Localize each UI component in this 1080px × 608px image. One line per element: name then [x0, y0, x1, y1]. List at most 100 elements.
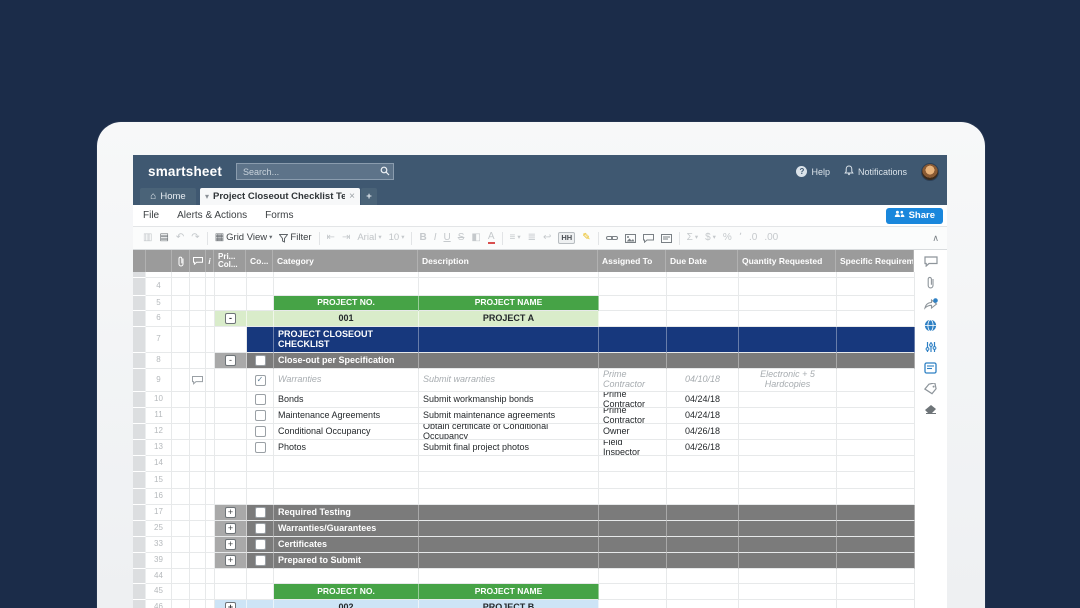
cell-check[interactable] — [247, 296, 274, 311]
grid-view-button[interactable]: ▦Grid View▾ — [215, 233, 273, 243]
cell-category[interactable]: Prepared to Submit — [274, 553, 419, 569]
cell-due[interactable] — [667, 600, 739, 608]
cell-rownum[interactable]: 11 — [146, 408, 172, 424]
cell-assigned[interactable] — [599, 353, 667, 369]
cell-rownum[interactable]: 5 — [146, 296, 172, 311]
cell-description[interactable] — [419, 521, 599, 537]
column-header-pricol[interactable]: Pri... Col... — [214, 250, 246, 272]
undo-icon[interactable]: ↶ — [176, 233, 184, 243]
speech-bubble-icon[interactable] — [924, 256, 938, 267]
cell-info[interactable] — [206, 296, 215, 311]
user-avatar[interactable] — [921, 163, 939, 181]
cell-category[interactable]: PROJECT NO. — [274, 296, 419, 311]
cell-due[interactable]: 04/26/18 — [667, 424, 739, 440]
cell-assigned[interactable] — [599, 553, 667, 569]
info-icon[interactable]: i — [206, 250, 214, 272]
cell-check[interactable] — [247, 456, 274, 472]
underline-button[interactable]: U — [443, 233, 450, 243]
cell-category[interactable] — [274, 489, 419, 505]
cell-info[interactable] — [206, 521, 215, 537]
cell-assigned[interactable] — [599, 569, 667, 584]
row-checkbox[interactable] — [255, 507, 266, 518]
cell-quantity[interactable] — [739, 408, 837, 424]
cell-check[interactable] — [247, 392, 274, 408]
cell-attach[interactable] — [172, 278, 190, 296]
cell-info[interactable] — [206, 600, 215, 608]
cell-rownum[interactable]: 4 — [146, 278, 172, 296]
cell-attach[interactable] — [172, 327, 190, 353]
column-header-due[interactable]: Due Date — [666, 250, 738, 272]
cell-due[interactable]: 04/10/18 — [667, 369, 739, 392]
row-checkbox[interactable] — [255, 410, 266, 421]
cell-comment[interactable] — [190, 600, 206, 608]
cell-pricol[interactable] — [215, 296, 247, 311]
cell-rownum[interactable]: 7 — [146, 327, 172, 353]
cell-specific[interactable] — [837, 505, 915, 521]
cell-category[interactable]: Maintenance Agreements — [274, 408, 419, 424]
cell-pricol[interactable] — [215, 327, 247, 353]
cell-pricol[interactable]: - — [215, 353, 247, 369]
eraser-icon[interactable] — [924, 404, 938, 414]
cell-pricol[interactable] — [215, 369, 247, 392]
cell-info[interactable] — [206, 584, 215, 600]
cell-pricol[interactable]: - — [215, 311, 247, 327]
cell-quantity[interactable] — [739, 392, 837, 408]
cell-specific[interactable] — [837, 369, 915, 392]
cell-description[interactable]: Submit final project photos — [419, 440, 599, 456]
row-checkbox[interactable] — [255, 355, 266, 366]
cell-due[interactable] — [667, 296, 739, 311]
cell-quantity[interactable]: Electronic + 5 Hardcopies — [739, 369, 837, 392]
cell-description[interactable] — [419, 569, 599, 584]
menu-forms[interactable]: Forms — [265, 210, 293, 221]
cell-pricol[interactable] — [215, 440, 247, 456]
fill-color-icon[interactable]: ◧ — [471, 233, 480, 243]
cell-assigned[interactable] — [599, 456, 667, 472]
cell-comment[interactable] — [190, 553, 206, 569]
cell-info[interactable] — [206, 569, 215, 584]
notifications-button[interactable]: Notifications — [844, 165, 907, 178]
cell-comment[interactable] — [190, 521, 206, 537]
cell-category[interactable]: Warranties — [274, 369, 419, 392]
cell-attach[interactable] — [172, 440, 190, 456]
cell-rownum[interactable]: 8 — [146, 353, 172, 369]
cell-description[interactable]: Submit warranties — [419, 369, 599, 392]
globe-icon[interactable] — [924, 319, 937, 332]
cell-comment[interactable] — [190, 584, 206, 600]
cell-specific[interactable] — [837, 553, 915, 569]
cell-due[interactable] — [667, 505, 739, 521]
cell-assigned[interactable]: Prime Contractor — [599, 369, 667, 392]
cell-quantity[interactable] — [739, 569, 837, 584]
cell-specific[interactable] — [837, 296, 915, 311]
cell-specific[interactable] — [837, 456, 915, 472]
toolbar-collapse-icon[interactable]: ∧ — [932, 233, 939, 244]
cell-info[interactable] — [206, 424, 215, 440]
cell-info[interactable] — [206, 456, 215, 472]
cell-description[interactable]: PROJECT NAME — [419, 584, 599, 600]
comment-add-icon[interactable] — [643, 234, 654, 243]
cell-rownum[interactable]: 13 — [146, 440, 172, 456]
cell-pricol[interactable]: + — [215, 521, 247, 537]
cell-description[interactable] — [419, 537, 599, 553]
cell-attach[interactable] — [172, 521, 190, 537]
cell-pricol[interactable]: + — [215, 553, 247, 569]
cell-attach[interactable] — [172, 537, 190, 553]
cell-rownum[interactable]: 10 — [146, 392, 172, 408]
cell-category[interactable] — [274, 472, 419, 489]
cell-quantity[interactable] — [739, 456, 837, 472]
tab-close-icon[interactable]: × — [349, 191, 355, 202]
cell-description[interactable] — [419, 505, 599, 521]
save-icon[interactable]: ▥ — [143, 233, 152, 243]
cell-description[interactable]: Obtain certificate of Conditional Occupa… — [419, 424, 599, 440]
strikethrough-button[interactable]: S — [458, 233, 465, 243]
currency-icon[interactable]: $▾ — [705, 233, 716, 243]
cell-quantity[interactable] — [739, 521, 837, 537]
tab-active-sheet[interactable]: ▾ Project Closeout Checklist Template × — [200, 188, 360, 205]
cell-quantity[interactable] — [739, 600, 837, 608]
cell-due[interactable]: 04/24/18 — [667, 392, 739, 408]
column-header-rownum[interactable] — [146, 250, 172, 272]
cell-quantity[interactable] — [739, 505, 837, 521]
paperclip-icon[interactable] — [926, 276, 935, 289]
cell-comment[interactable] — [190, 537, 206, 553]
cell-due[interactable] — [667, 489, 739, 505]
cell-info[interactable] — [206, 505, 215, 521]
